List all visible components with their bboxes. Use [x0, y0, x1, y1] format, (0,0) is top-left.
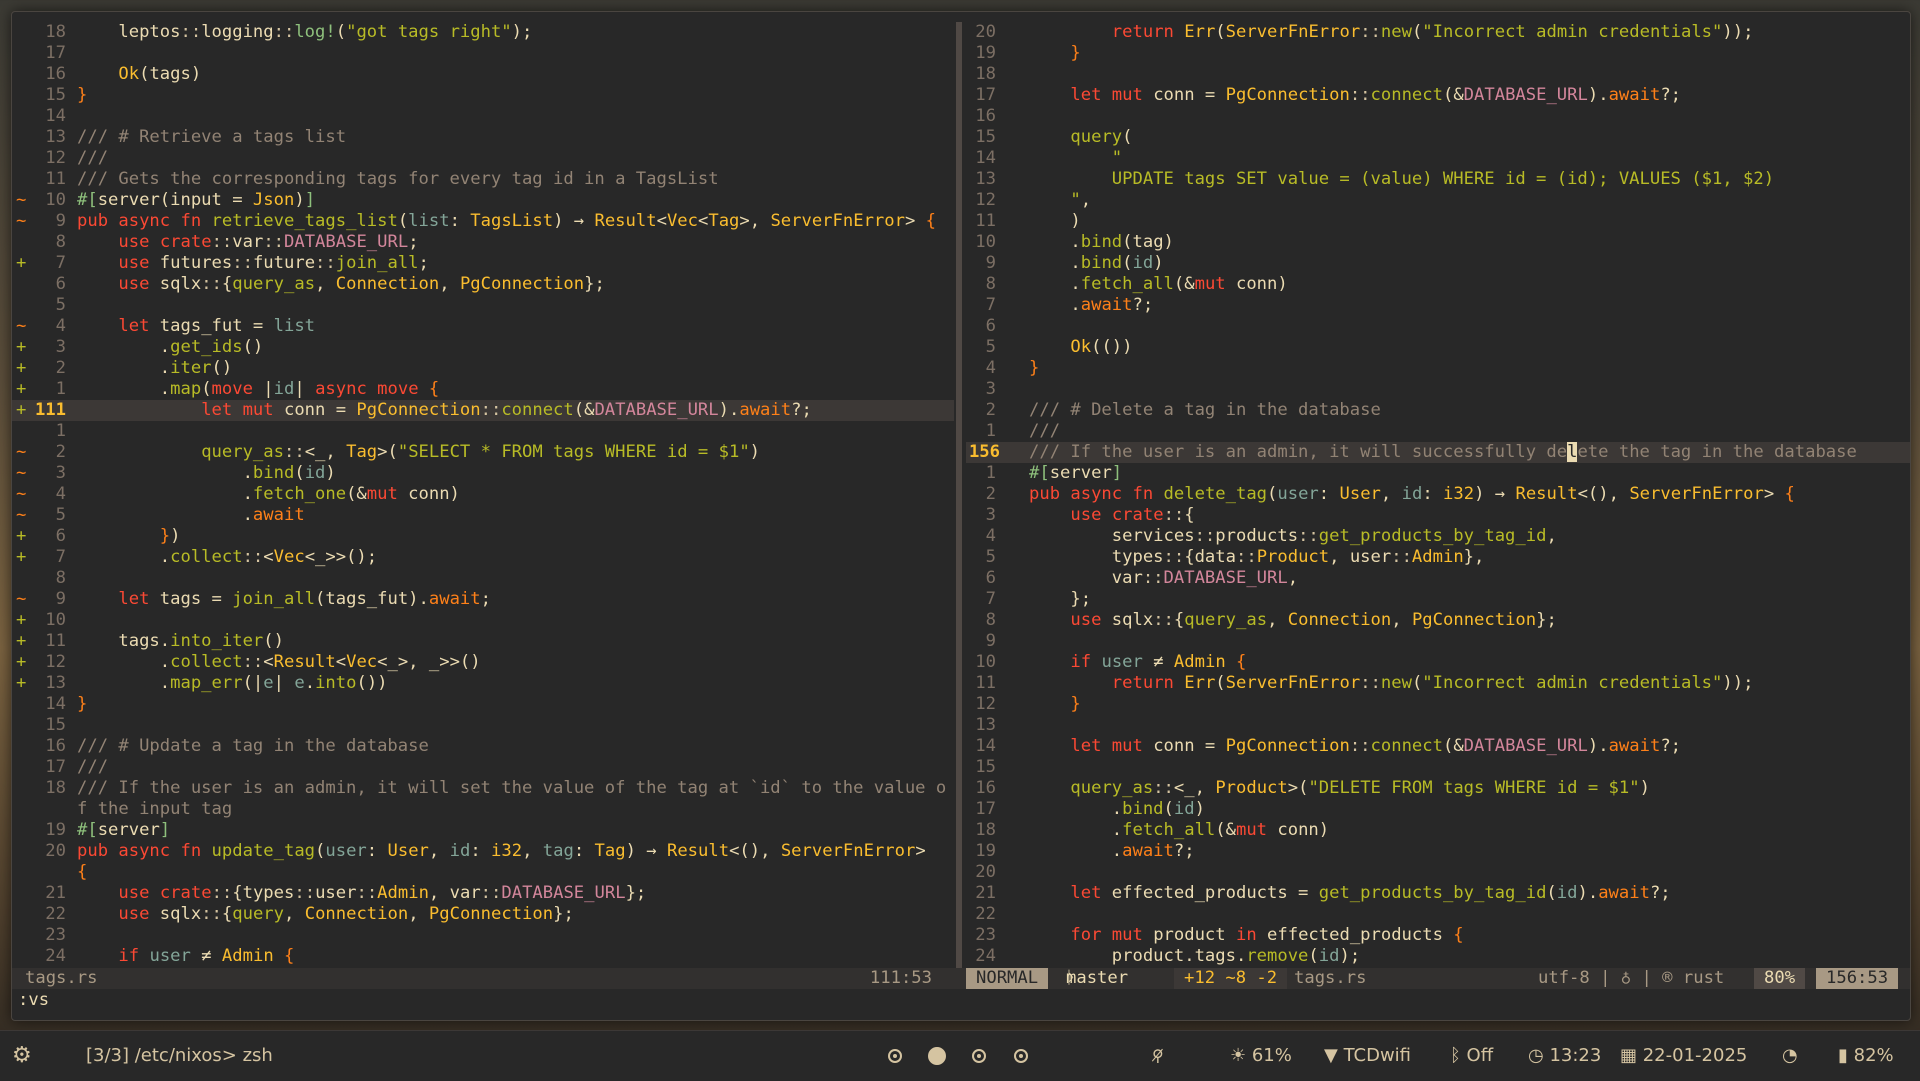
pane-divider[interactable]: [956, 22, 962, 968]
system-panel: ⚙ [3/3] /etc/nixos> zsh ⚲̸ ☀ 61% ▼ TCDwi…: [0, 1030, 1920, 1081]
time-value: 13:23: [1549, 1045, 1602, 1066]
brightness[interactable]: ☀ 61%: [1230, 1031, 1292, 1081]
git-branch-label: master: [1066, 968, 1129, 988]
wifi[interactable]: ▼ TCDwifi: [1324, 1031, 1411, 1081]
file-encoding: utf-8 | ♁ | ® rust: [1538, 968, 1725, 988]
settings-gear-icon[interactable]: ⚙: [12, 1031, 32, 1081]
right-cursor-position: 156:53: [1816, 968, 1899, 989]
editor-pane-right[interactable]: 20 return Err(ServerFnError::new("Incorr…: [966, 22, 1910, 968]
wifi-name: TCDwifi: [1343, 1045, 1412, 1066]
mic-muted-icon[interactable]: ⚲̸: [1152, 1031, 1164, 1081]
brightness-icon: ☀: [1230, 1045, 1252, 1066]
battery-value: 82%: [1853, 1045, 1894, 1066]
scroll-percent: 80%: [1754, 968, 1806, 989]
battery[interactable]: ▮ 82%: [1838, 1031, 1894, 1081]
clock-icon: ◷: [1528, 1045, 1550, 1066]
brightness-value: 61%: [1251, 1045, 1292, 1066]
calendar-icon: ▦: [1620, 1045, 1643, 1066]
terminal-title[interactable]: [3/3] /etc/nixos> zsh: [86, 1031, 273, 1081]
bluetooth-icon: ᛒ: [1450, 1045, 1467, 1066]
clock[interactable]: ◷ 13:23: [1528, 1031, 1601, 1081]
git-diff-stats: +12 ~8 -2: [1174, 968, 1288, 989]
mode-indicator: NORMAL: [966, 968, 1049, 989]
workspace-4-icon[interactable]: [1014, 1031, 1028, 1081]
left-filename: tags.rs: [25, 968, 98, 988]
workspace-1-icon[interactable]: [888, 1031, 902, 1081]
battery-icon: ▮: [1838, 1045, 1854, 1066]
workspace-3-icon[interactable]: [972, 1031, 986, 1081]
editor-pane-left[interactable]: 18 leptos::logging::log!("got tags right…: [12, 22, 954, 968]
terminal-window[interactable]: 18 leptos::logging::log!("got tags right…: [11, 11, 1911, 1021]
power-profile-icon[interactable]: ◔: [1782, 1031, 1798, 1081]
date-value: 22-01-2025: [1642, 1045, 1748, 1066]
right-status: NORMAL ᚦ master +12 ~8 -2 tags.rs utf-8 …: [954, 968, 1910, 989]
left-cursor-position: 111:53: [869, 968, 932, 988]
workspace-2-icon[interactable]: [928, 1031, 946, 1081]
date[interactable]: ▦ 22-01-2025: [1620, 1031, 1747, 1081]
status-line: tags.rs 111:53 NORMAL ᚦ master +12 ~8 -2…: [12, 968, 1910, 989]
command-line[interactable]: :vs: [18, 990, 49, 1011]
wifi-icon: ▼: [1324, 1045, 1344, 1066]
right-filename: tags.rs: [1294, 968, 1367, 988]
left-status: tags.rs 111:53: [12, 968, 954, 989]
bluetooth[interactable]: ᛒ Off: [1450, 1031, 1493, 1081]
bluetooth-status: Off: [1466, 1045, 1494, 1066]
